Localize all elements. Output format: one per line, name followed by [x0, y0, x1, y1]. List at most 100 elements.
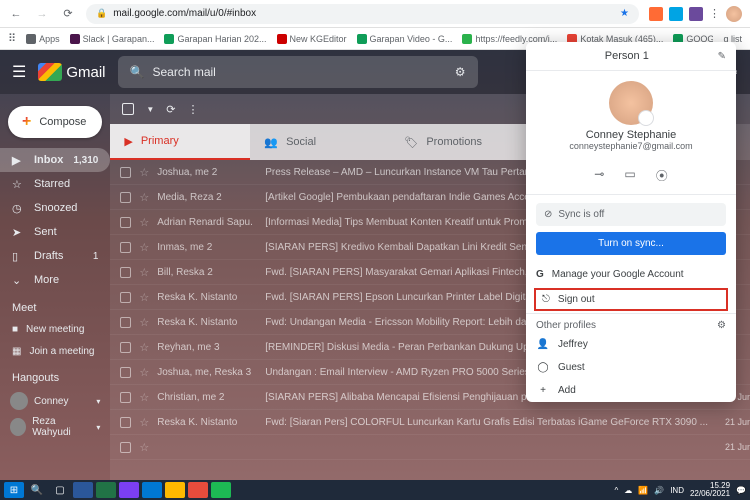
- bookmark-item[interactable]: Garapan Video - G...: [357, 34, 453, 44]
- taskbar-app[interactable]: [96, 482, 116, 498]
- mail-checkbox[interactable]: [120, 242, 131, 253]
- bookmark-item[interactable]: Slack | Garapan...: [70, 34, 155, 44]
- star-icon[interactable]: ☆: [139, 291, 149, 304]
- ext-icon[interactable]: [669, 7, 683, 21]
- refresh-icon[interactable]: ⟳: [166, 103, 175, 116]
- mail-checkbox[interactable]: [120, 342, 131, 353]
- tray-volume-icon[interactable]: 🔊: [654, 486, 664, 495]
- sidebar-item-inbox[interactable]: ▶Inbox1,310: [0, 148, 110, 172]
- profile-option-add[interactable]: +Add: [526, 379, 736, 402]
- turn-on-sync-button[interactable]: Turn on sync...: [536, 232, 726, 255]
- search-input[interactable]: 🔍 Search mail ⚙: [118, 56, 478, 88]
- bookmark-item[interactable]: New KGEditor: [277, 34, 347, 44]
- mail-checkbox[interactable]: [120, 442, 131, 453]
- back-button[interactable]: ←: [8, 6, 24, 22]
- tray-wifi-icon[interactable]: 📶: [638, 486, 648, 495]
- sidebar-item-drafts[interactable]: ▯Drafts1: [0, 244, 110, 268]
- clock-icon: ◷: [12, 202, 24, 215]
- taskbar-app[interactable]: [165, 482, 185, 498]
- mail-checkbox[interactable]: [120, 192, 131, 203]
- star-icon[interactable]: ☆: [139, 266, 149, 279]
- new-meeting-button[interactable]: ■New meeting: [0, 318, 110, 340]
- key-icon[interactable]: ⊸: [594, 167, 604, 184]
- chevron-down-icon: ⌄: [12, 274, 24, 287]
- mail-row[interactable]: ☆Reska K. NistantoFwd: [Siaran Pers] COL…: [110, 410, 750, 435]
- sidebar-item-starred[interactable]: ☆Starred: [0, 172, 110, 196]
- mail-checkbox[interactable]: [120, 417, 131, 428]
- search-button[interactable]: 🔍: [27, 482, 47, 498]
- profile-name: Conney Stephanie: [536, 129, 726, 141]
- edit-icon[interactable]: ✎: [718, 51, 726, 62]
- sidebar-item-more[interactable]: ⌄More: [0, 268, 110, 292]
- mail-checkbox[interactable]: [120, 167, 131, 178]
- taskbar-app[interactable]: [188, 482, 208, 498]
- payment-icon[interactable]: ▭: [624, 167, 635, 184]
- star-icon[interactable]: ☆: [139, 241, 149, 254]
- sign-out-button[interactable]: ⎋ Sign out: [534, 288, 728, 311]
- join-meeting-button[interactable]: ▦Join a meeting: [0, 340, 110, 362]
- forward-button[interactable]: →: [34, 6, 50, 22]
- favicon: [357, 34, 367, 44]
- clock[interactable]: 15.29 22/06/2021: [690, 482, 730, 498]
- star-icon[interactable]: ☆: [139, 416, 149, 429]
- star-icon[interactable]: ☆: [139, 216, 149, 229]
- extensions-menu-icon[interactable]: ⋮: [709, 7, 720, 20]
- profile-avatar-button[interactable]: [726, 6, 742, 22]
- gmail-brand-text: Gmail: [66, 64, 105, 81]
- profile-icon: 👤: [536, 339, 550, 350]
- ext-icon[interactable]: [689, 7, 703, 21]
- reload-button[interactable]: ⟳: [60, 6, 76, 22]
- mail-row[interactable]: ☆21 Jun: [110, 435, 750, 460]
- taskbar-app[interactable]: [211, 482, 231, 498]
- tray-chevron-icon[interactable]: ^: [615, 486, 619, 495]
- select-all-checkbox[interactable]: [122, 103, 134, 115]
- star-icon[interactable]: ☆: [139, 166, 149, 179]
- sidebar: + Compose ▶Inbox1,310☆Starred◷Snoozed➤Se…: [0, 94, 110, 480]
- address-bar[interactable]: 🔒 mail.google.com/mail/u/0/#inbox ★: [86, 4, 639, 24]
- tab-primary[interactable]: ▶Primary: [110, 124, 250, 160]
- tab-promotions[interactable]: 🏷Promotions: [390, 124, 530, 160]
- notification-icon[interactable]: 💬: [736, 486, 746, 495]
- ext-icon[interactable]: [649, 7, 663, 21]
- search-options-icon[interactable]: ⚙: [455, 65, 466, 79]
- location-icon[interactable]: ⦿: [656, 167, 668, 184]
- hangout-contact[interactable]: Conney▾: [0, 388, 110, 414]
- taskbar-app[interactable]: [73, 482, 93, 498]
- hangout-contact[interactable]: Reza Wahyudi▾: [0, 414, 110, 440]
- compose-button[interactable]: + Compose: [8, 106, 102, 138]
- start-button[interactable]: ⊞: [4, 482, 24, 498]
- url-text: mail.google.com/mail/u/0/#inbox: [113, 8, 256, 19]
- manage-account-link[interactable]: G Manage your Google Account: [526, 263, 736, 286]
- tab-social[interactable]: 👥Social: [250, 124, 390, 160]
- mail-checkbox[interactable]: [120, 267, 131, 278]
- bookmark-item[interactable]: Garapan Harian 202...: [164, 34, 266, 44]
- task-view-button[interactable]: ▢: [50, 482, 70, 498]
- sidebar-item-snoozed[interactable]: ◷Snoozed: [0, 196, 110, 220]
- star-icon[interactable]: ☆: [139, 191, 149, 204]
- bookmark-item[interactable]: Apps: [26, 34, 60, 44]
- profile-option-guest[interactable]: ◯Guest: [526, 356, 736, 379]
- taskbar-app[interactable]: [142, 482, 162, 498]
- star-icon[interactable]: ☆: [139, 441, 149, 454]
- main-menu-icon[interactable]: ☰: [12, 62, 26, 82]
- mail-checkbox[interactable]: [120, 392, 131, 403]
- bookmark-star-icon[interactable]: ★: [620, 8, 629, 19]
- mail-checkbox[interactable]: [120, 317, 131, 328]
- star-icon[interactable]: ☆: [139, 391, 149, 404]
- more-icon[interactable]: ⋮: [188, 103, 199, 116]
- star-icon[interactable]: ☆: [139, 341, 149, 354]
- gmail-logo[interactable]: Gmail: [38, 63, 105, 81]
- tray-icon[interactable]: ☁: [624, 486, 632, 495]
- select-dropdown-icon[interactable]: ▼: [146, 105, 154, 114]
- settings-gear-icon[interactable]: ⚙: [717, 320, 726, 331]
- taskbar-app[interactable]: [119, 482, 139, 498]
- star-icon[interactable]: ☆: [139, 316, 149, 329]
- mail-checkbox[interactable]: [120, 292, 131, 303]
- mail-checkbox[interactable]: [120, 367, 131, 378]
- star-icon[interactable]: ☆: [139, 366, 149, 379]
- apps-icon[interactable]: ⠿: [8, 32, 16, 45]
- profile-option-jeffrey[interactable]: 👤Jeffrey: [526, 333, 736, 356]
- mail-checkbox[interactable]: [120, 217, 131, 228]
- sidebar-item-sent[interactable]: ➤Sent: [0, 220, 110, 244]
- language-indicator[interactable]: IND: [670, 486, 684, 495]
